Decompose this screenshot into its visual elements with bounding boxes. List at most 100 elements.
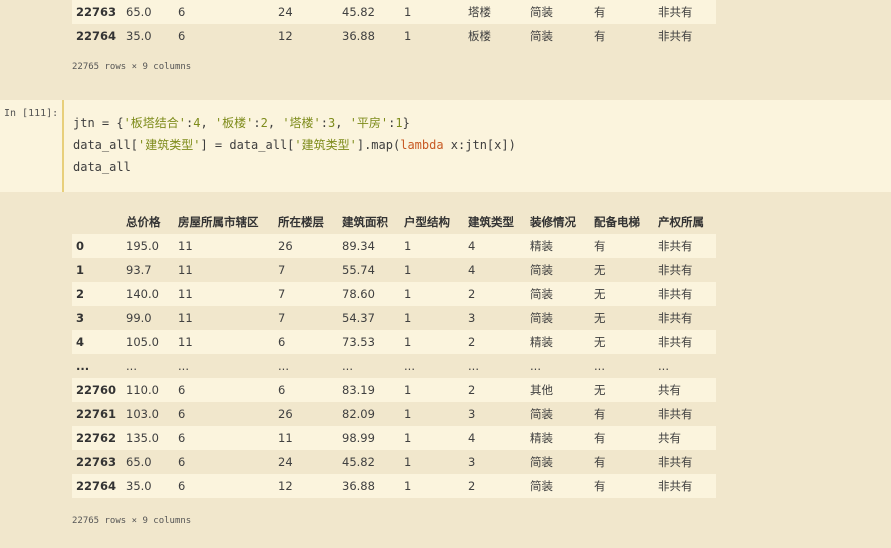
cell: 非共有 <box>658 239 693 253</box>
cell: 4 <box>468 431 476 445</box>
cell: 24 <box>278 455 293 469</box>
cell: 36.88 <box>342 29 375 43</box>
cell: ... <box>278 359 289 373</box>
cell: 1 <box>404 407 412 421</box>
cell: 共有 <box>658 431 682 445</box>
table-row: 2 140.0 11 7 78.60 1 2 简装 无 非共有 <box>72 282 717 306</box>
cell: ... <box>178 359 189 373</box>
cell: 1 <box>404 239 412 253</box>
cell: 11 <box>178 239 193 253</box>
cell: 11 <box>178 311 193 325</box>
cell: 6 <box>178 29 186 43</box>
cell: 1 <box>404 263 412 277</box>
code-editor[interactable]: jtn = {'板塔结合':4, '板楼':2, '塔楼':3, '平房':1}… <box>73 112 516 178</box>
cell: 非共有 <box>658 335 693 349</box>
table-row: 22760 110.0 6 6 83.19 1 2 其他 无 共有 <box>72 378 717 402</box>
cell: 简装 <box>530 263 554 277</box>
cell: 6 <box>178 383 186 397</box>
cell: 非共有 <box>658 29 693 43</box>
cell: 简装 <box>530 407 554 421</box>
cell: 2 <box>468 479 476 493</box>
cell: 2 <box>468 335 476 349</box>
cell: ... <box>404 359 415 373</box>
row-index: 22761 <box>76 407 117 421</box>
cell: 4 <box>468 263 476 277</box>
cell: 7 <box>278 287 286 301</box>
row-index: 4 <box>76 335 85 349</box>
cell: 35.0 <box>126 29 152 43</box>
cell: 简装 <box>530 29 554 43</box>
cell: 1 <box>404 29 412 43</box>
row-index: 22762 <box>76 431 117 445</box>
cell: 简装 <box>530 479 554 493</box>
cell: 36.88 <box>342 479 375 493</box>
cell: 140.0 <box>126 287 159 301</box>
table-row: .............................. <box>72 354 716 378</box>
cell: 无 <box>594 311 606 325</box>
cell: 24 <box>278 5 293 19</box>
cell: 73.53 <box>342 335 375 349</box>
cell: 12 <box>278 479 293 493</box>
cell: 无 <box>594 263 606 277</box>
cell: 有 <box>594 29 606 43</box>
row-index: 22760 <box>76 383 117 397</box>
row-index: 22764 <box>76 479 117 493</box>
row-index: 22764 <box>76 29 117 43</box>
cell: 非共有 <box>658 311 693 325</box>
header-cell: 产权所属 <box>658 215 705 229</box>
cell: 非共有 <box>658 287 693 301</box>
cell: 1 <box>404 5 412 19</box>
cell: 11 <box>278 431 293 445</box>
cell: 6 <box>178 479 186 493</box>
cell: 非共有 <box>658 455 693 469</box>
row-index: 0 <box>76 239 85 253</box>
header-cell: 房屋所属市辖区 <box>178 215 259 229</box>
header-cell: 建筑面积 <box>342 215 389 229</box>
cell: 45.82 <box>342 455 375 469</box>
cell: 简装 <box>530 287 554 301</box>
row-index: 3 <box>76 311 85 325</box>
header-cell: 所在楼层 <box>278 215 325 229</box>
notebook-page: 22763 65.0 6 24 45.82 1 塔楼 简装 有 非共有 2276… <box>0 0 891 548</box>
cell: 55.74 <box>342 263 375 277</box>
cell: 26 <box>278 407 293 421</box>
row-index: ... <box>76 359 90 373</box>
cell: ... <box>530 359 541 373</box>
cell: 其他 <box>530 383 554 397</box>
dataframe-output-table: 总价格 房屋所属市辖区 所在楼层 建筑面积 户型结构 建筑类型 装修情况 配备电… <box>72 210 717 498</box>
cell: 105.0 <box>126 335 159 349</box>
header-cell: 配备电梯 <box>594 215 641 229</box>
cell: 3 <box>468 407 476 421</box>
cell: 54.37 <box>342 311 375 325</box>
cell: 4 <box>468 239 476 253</box>
cell: 非共有 <box>658 263 693 277</box>
table-row: 22762 135.0 6 11 98.99 1 4 精装 有 共有 <box>72 426 717 450</box>
cell: ... <box>342 359 353 373</box>
table-row: 22763 65.0 6 24 45.82 1 塔楼 简装 有 非共有 <box>72 0 717 24</box>
header-cell: 建筑类型 <box>468 215 515 229</box>
table-row: 22764 35.0 6 12 36.88 1 板楼 简装 有 非共有 <box>72 24 716 48</box>
cell: 6 <box>278 335 286 349</box>
cell: 6 <box>178 407 186 421</box>
cell: 非共有 <box>658 5 693 19</box>
cell: 11 <box>178 263 193 277</box>
cell: 非共有 <box>658 407 693 421</box>
cell: 精装 <box>530 335 554 349</box>
cell: 非共有 <box>658 479 693 493</box>
cell: 195.0 <box>126 239 159 253</box>
table-row: 3 99.0 11 7 54.37 1 3 简装 无 非共有 <box>72 306 716 330</box>
cell: ... <box>126 359 137 373</box>
cell: 1 <box>404 383 412 397</box>
cell: 无 <box>594 287 606 301</box>
code-input-cell[interactable]: In [111]: jtn = {'板塔结合':4, '板楼':2, '塔楼':… <box>0 100 891 192</box>
cell: ... <box>468 359 479 373</box>
cell: 26 <box>278 239 293 253</box>
row-index: 22763 <box>76 5 117 19</box>
rows-columns-summary: 22765 rows × 9 columns <box>72 62 192 72</box>
cell: 65.0 <box>126 5 152 19</box>
cell: 有 <box>594 5 606 19</box>
cell: ... <box>594 359 605 373</box>
cell: 6 <box>178 5 186 19</box>
table-row: 4 105.0 11 6 73.53 1 2 精装 无 非共有 <box>72 330 717 354</box>
cell: 简装 <box>530 455 554 469</box>
